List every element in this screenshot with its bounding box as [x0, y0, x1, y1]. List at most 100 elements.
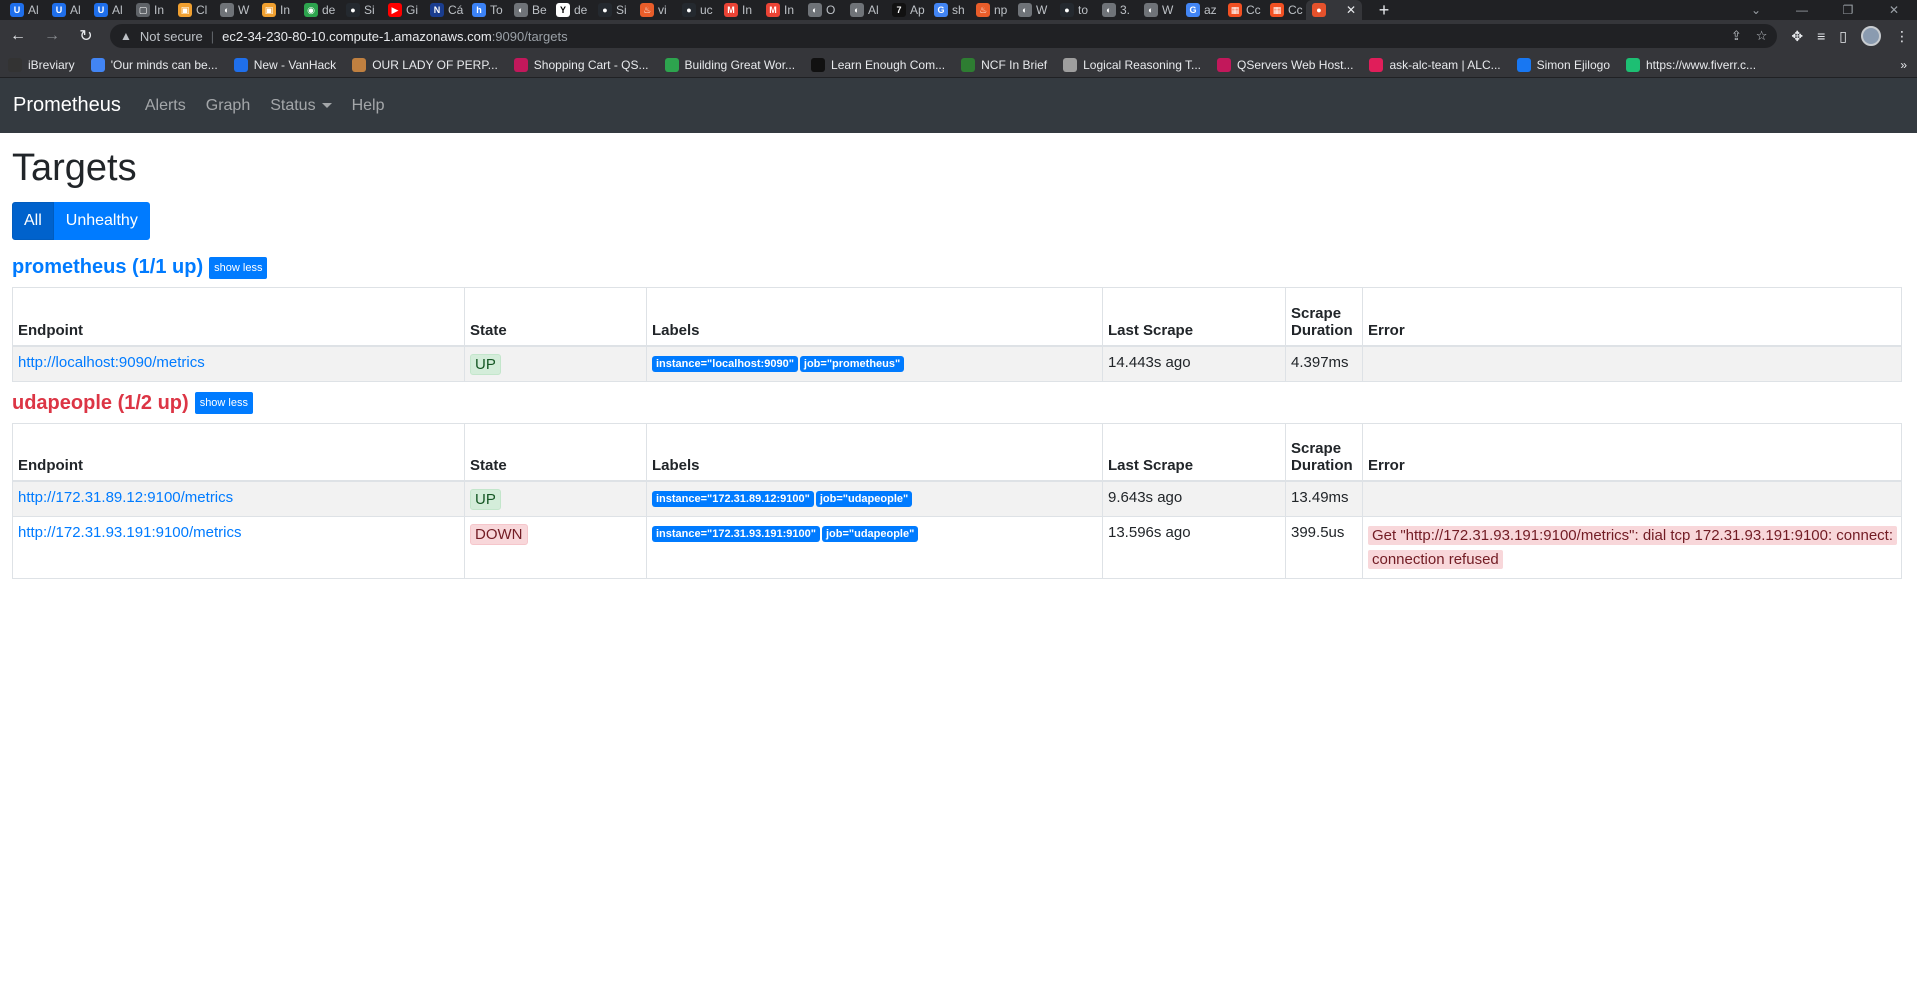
browser-tab[interactable]: U Al	[4, 0, 46, 20]
bookmark-label: iBreviary	[28, 57, 75, 72]
browser-tab[interactable]: U Al	[46, 0, 88, 20]
browser-tab[interactable]: ● Si	[340, 0, 382, 20]
bookmark-item[interactable]: New - VanHack	[233, 57, 336, 72]
minimize-button[interactable]: —	[1779, 0, 1825, 20]
tab-favicon-icon: ◐	[808, 3, 822, 17]
menu-kebab-icon[interactable]: ⋮	[1895, 28, 1909, 45]
browser-tab[interactable]: U Al	[88, 0, 130, 20]
tab-title: Cc	[1246, 3, 1261, 17]
bookmark-item[interactable]: ask-alc-team | ALC...	[1369, 57, 1501, 72]
browser-tab[interactable]: ◉ de	[298, 0, 340, 20]
profile-avatar[interactable]	[1861, 26, 1881, 46]
tab-title: W	[1162, 3, 1174, 17]
nav-graph[interactable]: Graph	[206, 97, 250, 115]
forward-arrow-icon[interactable]: →	[42, 27, 62, 45]
nav-help[interactable]: Help	[352, 97, 385, 115]
browser-tab[interactable]: ♨ vi	[634, 0, 676, 20]
browser-tab[interactable]: ▦ Cc	[1222, 0, 1264, 20]
new-tab-button[interactable]: +	[1374, 0, 1394, 21]
back-arrow-icon[interactable]: ←	[8, 27, 28, 45]
brand-link[interactable]: Prometheus	[13, 94, 121, 117]
media-queue-icon[interactable]: ≡	[1817, 28, 1825, 44]
endpoint-link[interactable]: http://172.31.89.12:9100/metrics	[18, 489, 233, 506]
side-panel-icon[interactable]: ▯	[1839, 28, 1847, 45]
browser-tab[interactable]: ● uc	[676, 0, 718, 20]
browser-tab[interactable]: ◐ O	[802, 0, 844, 20]
browser-tab[interactable]: Yde	[550, 0, 592, 20]
scrape-duration-cell: 399.5us	[1285, 516, 1363, 579]
nav-alerts[interactable]: Alerts	[145, 97, 186, 115]
endpoint-link[interactable]: http://172.31.93.191:9100/metrics	[18, 524, 241, 541]
address-bar[interactable]: ▲ Not secure | ec2-34-230-80-10.compute-…	[110, 24, 1778, 48]
show-less-button[interactable]: show less	[209, 256, 268, 279]
tab-search-icon[interactable]: ⌄	[1733, 0, 1779, 20]
bookmark-item[interactable]: 'Our minds can be...	[90, 57, 218, 72]
bookmark-item[interactable]: NCF In Brief	[961, 57, 1047, 72]
bookmark-item[interactable]: Shopping Cart - QS...	[513, 57, 649, 72]
bookmark-item[interactable]: OUR LADY OF PERP...	[352, 57, 498, 72]
browser-tab[interactable]: ▶ Gi	[382, 0, 424, 20]
col-last-scrape-header: Last Scrape	[1102, 287, 1286, 347]
browser-tab[interactable]: ● to	[1054, 0, 1096, 20]
browser-tab[interactable]: M In	[718, 0, 760, 20]
browser-tab[interactable]: ◐ Be	[508, 0, 550, 20]
bookmark-star-icon[interactable]: ☆	[1756, 28, 1768, 44]
pool-title-link[interactable]: udapeople (1/2 up)	[12, 392, 189, 415]
bookmark-item[interactable]: Logical Reasoning T...	[1063, 57, 1201, 72]
tab-title: de	[574, 3, 588, 17]
bookmark-favicon-icon	[1369, 57, 1384, 72]
bookmark-item[interactable]: Building Great Wor...	[664, 57, 795, 72]
browser-tab[interactable]: ▢ In	[130, 0, 172, 20]
bookmark-item[interactable]: https://www.fiverr.c...	[1626, 57, 1756, 72]
bookmark-item[interactable]: QServers Web Host...	[1216, 57, 1353, 72]
close-window-button[interactable]: ✕	[1871, 0, 1917, 20]
tab-active-prometheus[interactable]: ● ✕	[1306, 0, 1362, 20]
nav-status-dropdown[interactable]: Status	[270, 97, 332, 115]
bookmark-item[interactable]: Simon Ejilogo	[1516, 57, 1610, 72]
reload-icon[interactable]: ↻	[76, 26, 96, 46]
more-bookmarks-chevron-icon[interactable]: »	[1900, 58, 1907, 72]
col-labels-header: Labels	[646, 287, 1103, 347]
browser-tab[interactable]: ♨ np	[970, 0, 1012, 20]
tab-favicon-icon: ▦	[1228, 3, 1242, 17]
show-less-button[interactable]: show less	[194, 392, 253, 414]
browser-tab[interactable]: ◐ W	[1138, 0, 1180, 20]
share-icon[interactable]: ⇪	[1731, 28, 1742, 44]
close-tab-icon[interactable]: ✕	[1346, 3, 1356, 17]
error-cell	[1362, 480, 1902, 517]
bookmark-list: iBreviary 'Our minds can be... New - VanHa…	[8, 57, 1756, 72]
browser-tab[interactable]: N Cá	[424, 0, 466, 20]
tab-favicon-icon: ◐	[514, 3, 528, 17]
table-row: http://172.31.89.12:9100/metrics UP instan…	[12, 480, 1902, 517]
endpoint-link[interactable]: http://localhost:9090/metrics	[18, 354, 205, 371]
browser-tab[interactable]: h To	[466, 0, 508, 20]
browser-tab[interactable]: ◐ Al	[844, 0, 886, 20]
bookmark-label: Learn Enough Com...	[831, 57, 946, 72]
browser-tab[interactable]: Gaz	[1180, 0, 1222, 20]
filter-all-button[interactable]: All	[12, 202, 54, 240]
browser-tab[interactable]: ● Si	[592, 0, 634, 20]
browser-tab[interactable]: ▣ In	[256, 0, 298, 20]
filter-unhealthy-button[interactable]: Unhealthy	[53, 202, 150, 240]
tab-title: to	[1078, 3, 1089, 17]
tab-title: In	[154, 3, 165, 17]
warning-triangle-icon[interactable]: ▲	[120, 29, 132, 43]
bookmark-favicon-icon	[90, 57, 105, 72]
bookmark-item[interactable]: iBreviary	[8, 57, 75, 72]
browser-tab[interactable]: Gsh	[928, 0, 970, 20]
browser-tab[interactable]: ◐ W	[214, 0, 256, 20]
browser-tab[interactable]: 7 Ap	[886, 0, 928, 20]
browser-tab[interactable]: ◐ 3.	[1096, 0, 1138, 20]
browser-tab[interactable]: ▦ Cc	[1264, 0, 1306, 20]
browser-tab[interactable]: ◐ W	[1012, 0, 1054, 20]
browser-tab[interactable]: ▣ Cl	[172, 0, 214, 20]
pool-title-link[interactable]: prometheus (1/1 up)	[12, 256, 203, 279]
bookmark-favicon-icon	[233, 57, 248, 72]
labels-cell: instance="localhost:9090" job="prometheus…	[646, 345, 1103, 382]
bookmark-item[interactable]: Learn Enough Com...	[811, 57, 946, 72]
tab-favicon-icon: ▶	[388, 3, 402, 17]
browser-tab[interactable]: M In	[760, 0, 802, 20]
restore-button[interactable]: ❐	[1825, 0, 1871, 20]
extensions-puzzle-icon[interactable]: ✥	[1791, 28, 1803, 45]
bookmark-favicon-icon	[1626, 57, 1640, 72]
